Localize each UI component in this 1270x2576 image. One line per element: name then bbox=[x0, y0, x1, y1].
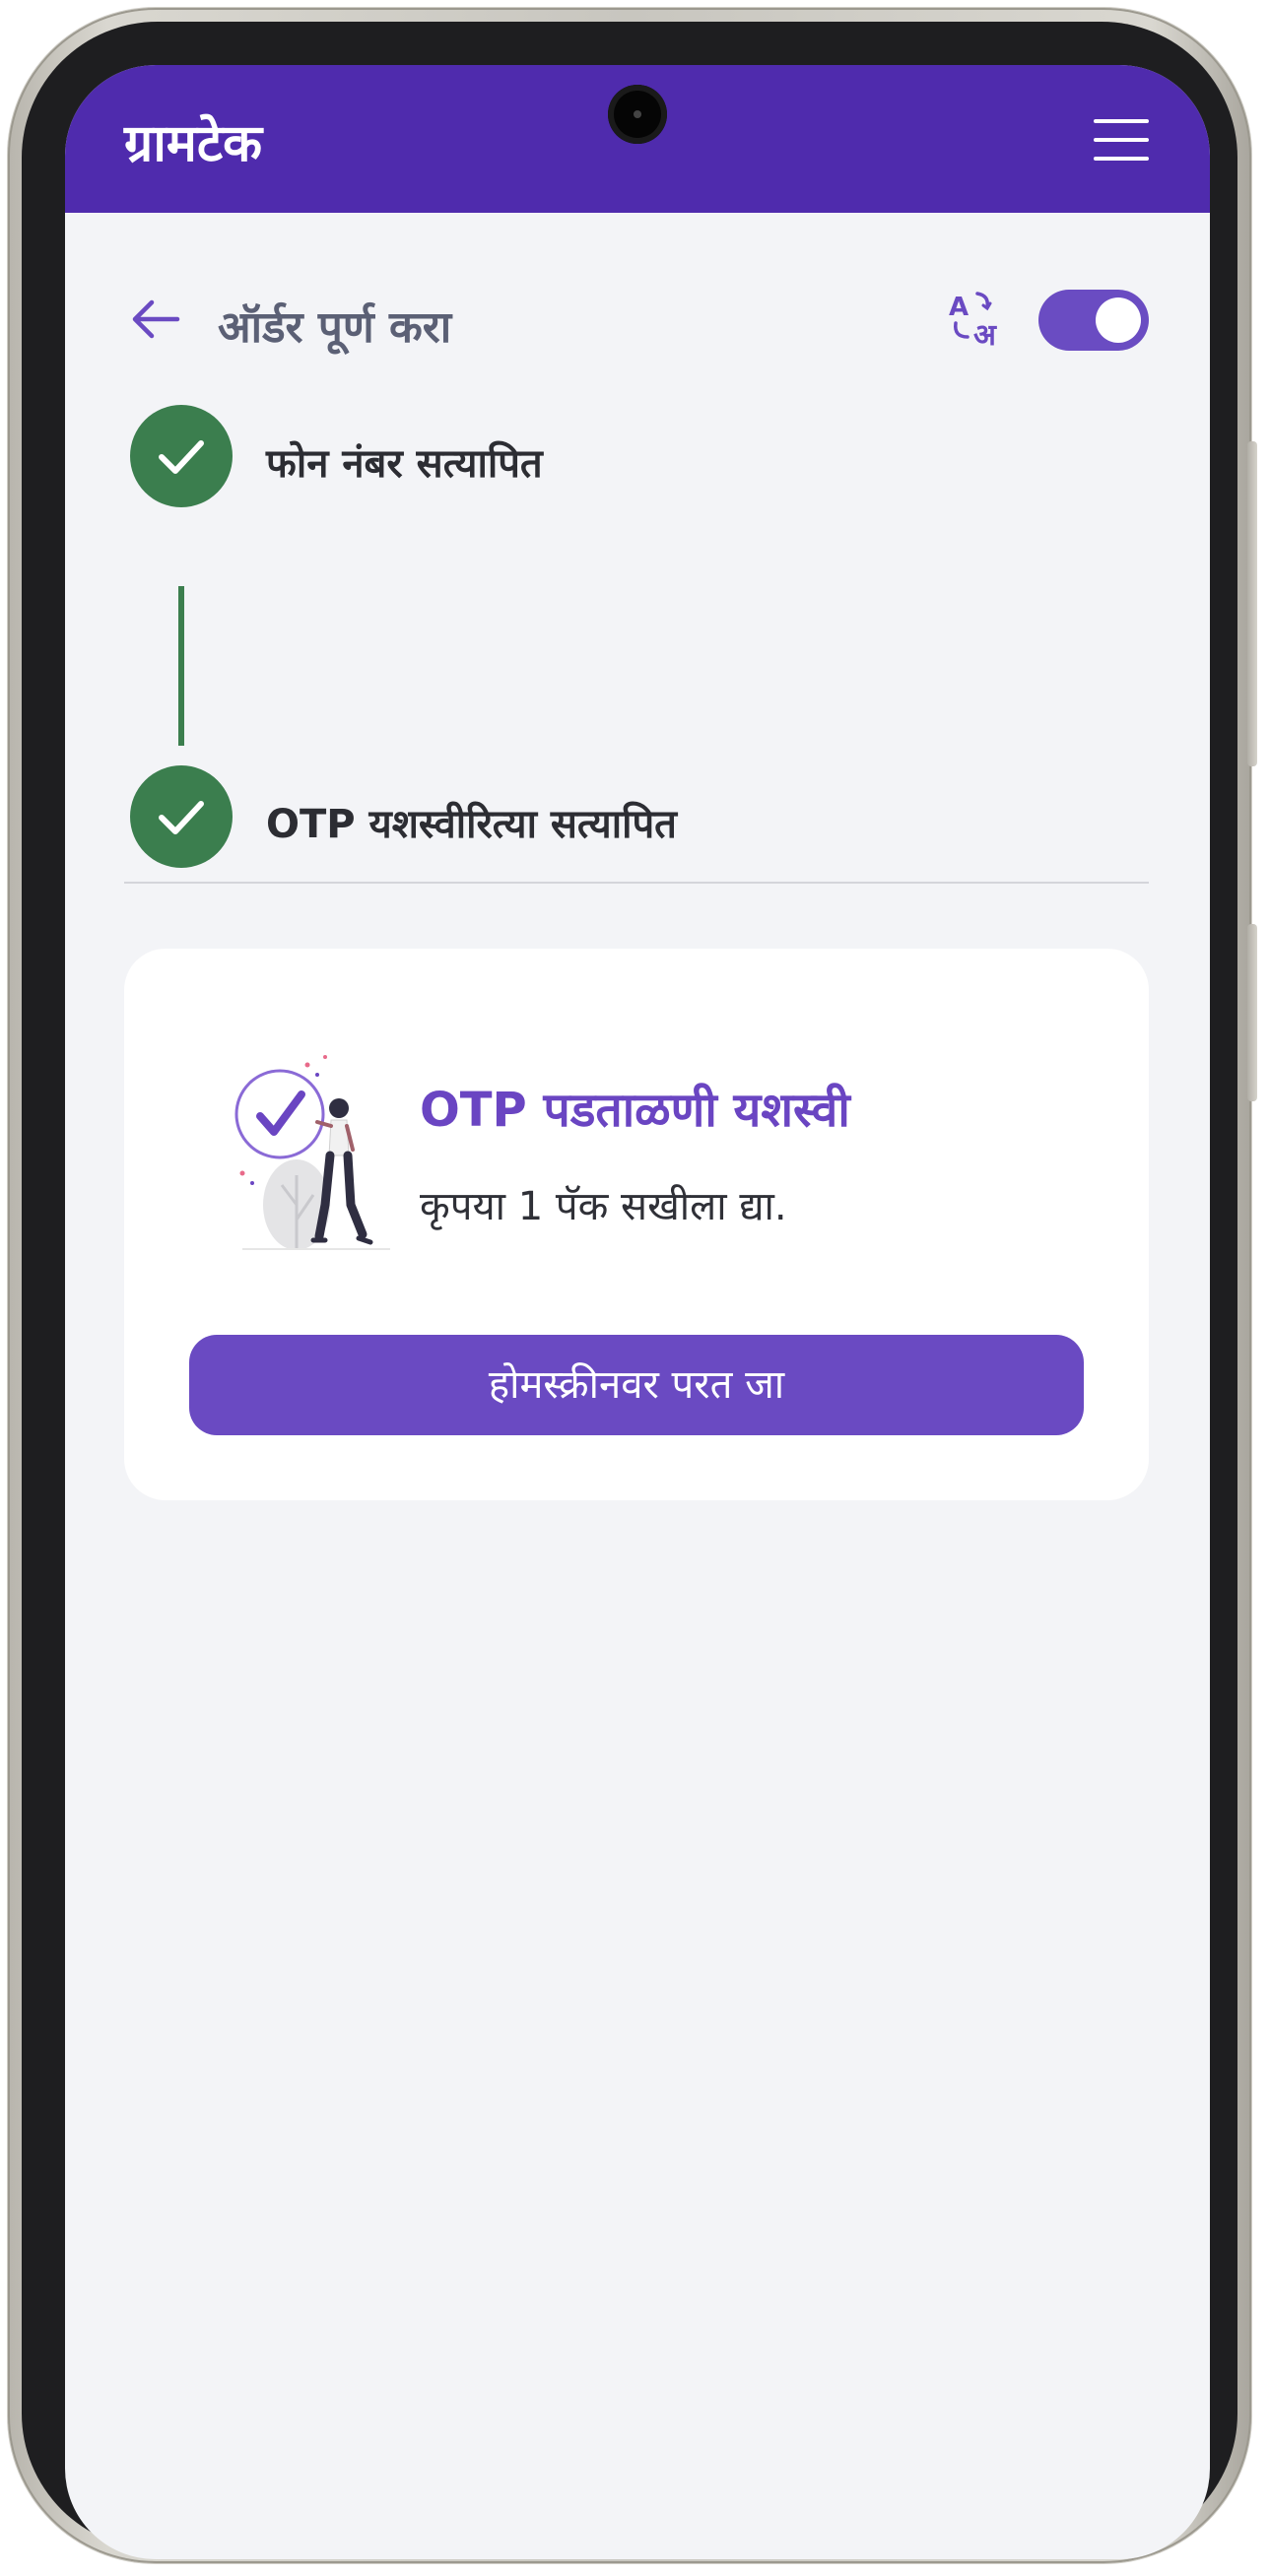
front-camera bbox=[608, 85, 667, 144]
page-header: ऑर्डर पूर्ण करा A अ bbox=[124, 282, 1149, 361]
verified-illustration bbox=[223, 1047, 400, 1264]
step-done-badge bbox=[130, 765, 233, 868]
card-title: OTP पडताळणी यशस्वी bbox=[420, 1083, 850, 1138]
step-phone-verified: फोन नंबर सत्यापित bbox=[130, 405, 1115, 507]
step-connector bbox=[178, 586, 184, 746]
toggle-knob bbox=[1096, 297, 1141, 343]
divider bbox=[124, 882, 1149, 884]
svg-text:अ: अ bbox=[973, 318, 997, 351]
phone-frame: ग्रामटेक ऑर्डर पूर्ण करा A अ फोन नंबर सत… bbox=[8, 8, 1257, 2563]
step-label: फोन नंबर सत्यापित bbox=[266, 441, 543, 487]
hamburger-menu-icon[interactable] bbox=[1094, 119, 1149, 161]
app-bar: ग्रामटेक bbox=[65, 65, 1210, 213]
volume-button bbox=[1247, 441, 1257, 766]
app-brand: ग्रामटेक bbox=[124, 114, 263, 173]
success-card: OTP पडताळणी यशस्वी कृपया 1 पॅक सखीला द्य… bbox=[124, 949, 1149, 1500]
page-title: ऑर्डर पूर्ण करा bbox=[218, 302, 452, 353]
card-message: कृपया 1 पॅक सखीला द्या. bbox=[420, 1184, 787, 1229]
back-to-home-button[interactable]: होमस्क्रीनवर परत जा bbox=[189, 1335, 1084, 1435]
language-toggle[interactable] bbox=[1038, 290, 1149, 351]
back-button[interactable] bbox=[124, 288, 187, 351]
translate-icon[interactable]: A अ bbox=[946, 286, 1011, 353]
step-done-badge bbox=[130, 405, 233, 507]
step-otp-verified: OTP यशस्वीरित्या सत्यापित bbox=[130, 765, 1115, 868]
check-icon bbox=[159, 801, 204, 834]
arrow-left-icon bbox=[132, 299, 180, 339]
check-icon bbox=[159, 440, 204, 474]
svg-text:A: A bbox=[949, 293, 969, 322]
power-button bbox=[1247, 924, 1257, 1101]
screen: ग्रामटेक ऑर्डर पूर्ण करा A अ फोन नंबर सत… bbox=[65, 65, 1210, 2559]
step-label: OTP यशस्वीरित्या सत्यापित bbox=[266, 802, 677, 847]
